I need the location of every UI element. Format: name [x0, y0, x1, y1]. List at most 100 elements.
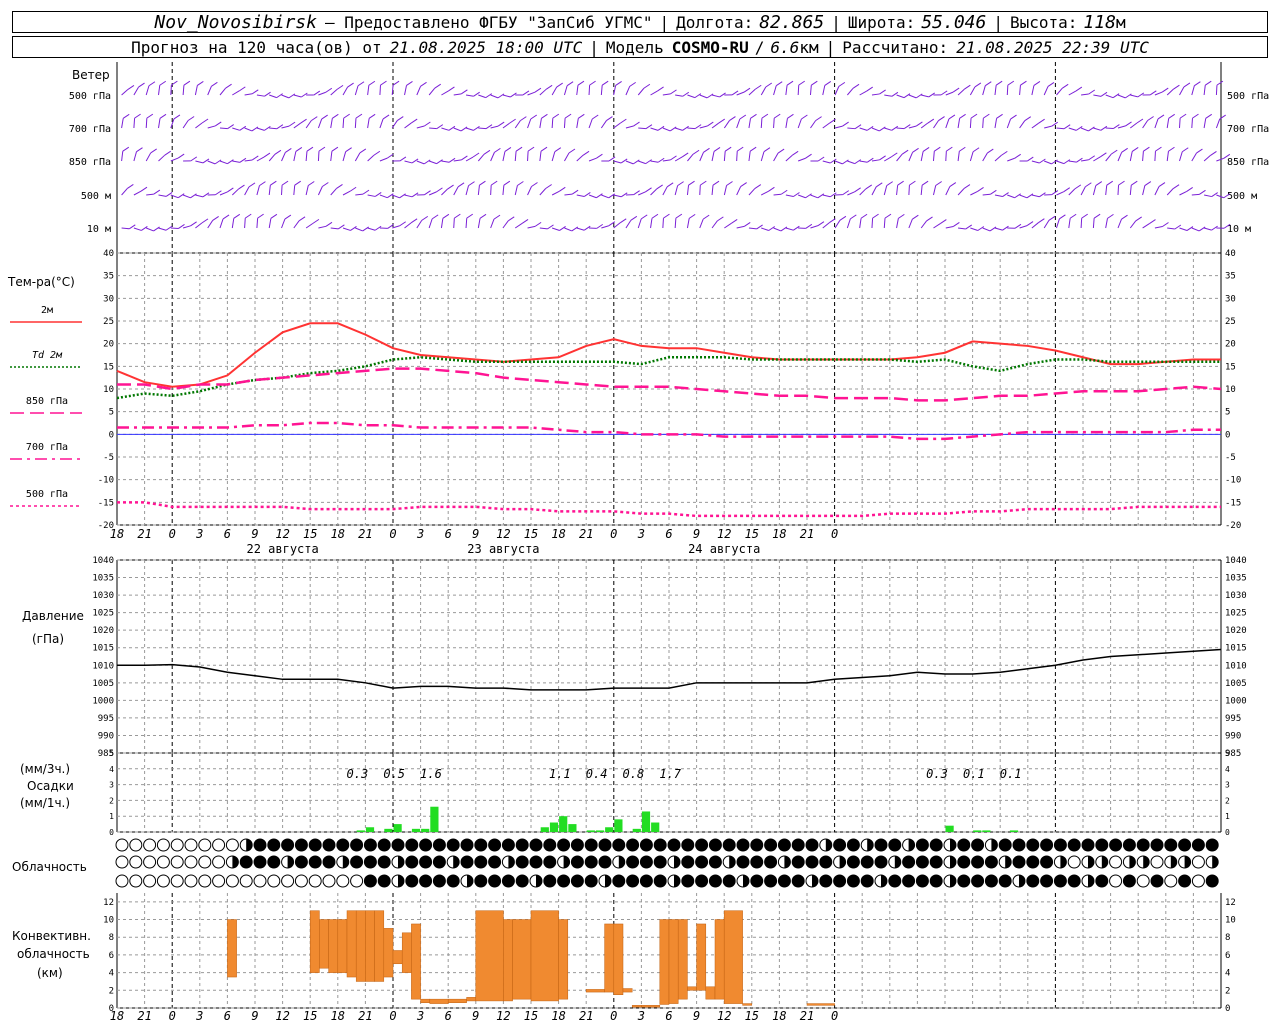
wind-barb-flag — [150, 148, 157, 154]
wind-barb — [625, 160, 634, 165]
wind-barb-flag — [601, 80, 609, 86]
wind-barb-flag — [645, 159, 652, 165]
wind-barb-flag — [935, 181, 942, 186]
wind-barb-flag — [1204, 80, 1212, 86]
wind-barb — [761, 190, 769, 196]
wind-barb — [638, 127, 646, 130]
wind-barb — [514, 185, 518, 196]
cloud-cover-symbol — [570, 855, 584, 869]
cloud-cover-symbol — [281, 838, 295, 852]
wind-barb — [921, 94, 929, 98]
wind-barb — [773, 227, 782, 232]
temp-ytick-label: 25 — [103, 317, 114, 327]
precip-bar — [973, 830, 982, 832]
cloud-cover-symbol — [253, 855, 267, 869]
wind-barb — [170, 157, 179, 162]
wind-barb — [502, 185, 505, 196]
wind-barb — [1093, 94, 1102, 97]
wind-barb — [748, 188, 756, 196]
conv-ytick-label: 2 — [109, 986, 114, 996]
wind-barb-flag — [651, 213, 659, 219]
precip-bar — [605, 827, 614, 832]
cloud-cover-symbol — [501, 838, 515, 852]
cloud-cover-half — [232, 856, 239, 868]
wind-barb-flag — [763, 147, 771, 153]
cloud-cover-half — [1088, 875, 1094, 887]
wind-barb-flag — [940, 219, 947, 224]
wind-barb — [256, 127, 265, 131]
wind-barb — [650, 90, 658, 96]
wind-barb — [145, 118, 148, 129]
wind-barb — [920, 151, 924, 162]
wind-barb — [1216, 157, 1224, 162]
wind-barb-flag — [225, 83, 232, 89]
wind-barb — [1154, 91, 1163, 96]
wind-barb-flag — [775, 81, 783, 87]
wind-barb-flag — [1125, 93, 1132, 99]
wind-barb — [883, 185, 888, 196]
wind-barb — [834, 125, 843, 129]
pressure-ytick-label-right: 1015 — [1225, 644, 1247, 654]
wind-barb-flag — [963, 184, 971, 190]
wind-barb — [600, 85, 603, 96]
cloud-cover-symbol — [267, 838, 281, 852]
wind-barb — [760, 118, 763, 129]
wind-barb — [810, 194, 819, 199]
wind-barb-flag — [421, 215, 429, 221]
cloud-cover-symbol — [860, 855, 874, 869]
cloud-cover-symbol — [570, 838, 584, 852]
wind-barb-flag — [238, 184, 245, 190]
wind-barb-flag — [571, 226, 579, 232]
time-axis-hour-label-bottom: 3 — [637, 1009, 645, 1023]
precip-3h-total: 0.8 — [623, 767, 645, 781]
time-axis-hour-label-bottom: 6 — [445, 1009, 452, 1023]
cloud-cover-symbol — [971, 838, 985, 852]
time-axis-hour-label: 18 — [331, 527, 345, 541]
cloud-cover-symbol — [253, 874, 267, 888]
wind-barb — [219, 160, 228, 165]
wind-barb — [846, 218, 851, 229]
cloud-cover-half — [342, 856, 349, 868]
wind-barb — [576, 194, 585, 197]
cloud-cover-symbol — [860, 874, 874, 888]
wind-barb-flag — [447, 184, 454, 190]
pressure-ytick-label-right: 1005 — [1225, 679, 1247, 689]
wind-barb — [293, 122, 301, 129]
wind-barb-flag — [589, 80, 596, 86]
wind-barb-flag — [410, 118, 418, 124]
time-axis-hour-label-bottom: 12 — [496, 1009, 510, 1023]
cloud-cover-symbol — [653, 874, 667, 888]
wind-barb — [121, 188, 128, 196]
cloud-cover-symbol — [405, 874, 419, 888]
wind-barb-flag — [1081, 213, 1088, 219]
wind-barb — [576, 85, 579, 96]
wind-barb-flag — [972, 147, 980, 153]
wind-barb — [711, 122, 720, 129]
wind-barb-flag — [270, 213, 278, 219]
wind-barb — [514, 223, 523, 229]
wind-barb — [785, 118, 788, 129]
wind-barb — [342, 151, 347, 162]
wind-barb-flag — [640, 214, 648, 220]
wind-barb — [871, 93, 880, 96]
cloud-cover-symbol — [846, 874, 860, 888]
cloud-cover-symbol — [377, 855, 391, 869]
wind-level-label-left: 500 гПа — [69, 91, 111, 102]
cloud-cover-symbol — [212, 855, 226, 869]
wind-barb — [269, 94, 277, 99]
cloud-cover-symbol — [639, 838, 653, 852]
wind-barb — [773, 152, 779, 162]
time-axis-hour-label: 18 — [551, 527, 565, 541]
cloud-cover-symbol — [764, 855, 778, 869]
wind-barb — [859, 90, 867, 96]
cloud-cover-symbol — [1026, 838, 1040, 852]
cloud-cover-half — [991, 839, 998, 851]
time-axis-hour-label: 0 — [831, 527, 838, 541]
wind-barb — [145, 85, 150, 96]
conv-cloud-bar — [411, 923, 421, 1000]
cloud-cover-symbol — [143, 838, 157, 852]
wind-barb — [514, 151, 517, 162]
wind-barb — [773, 118, 775, 129]
cloud-cover-half — [508, 856, 515, 868]
wind-barb-flag — [355, 113, 363, 119]
